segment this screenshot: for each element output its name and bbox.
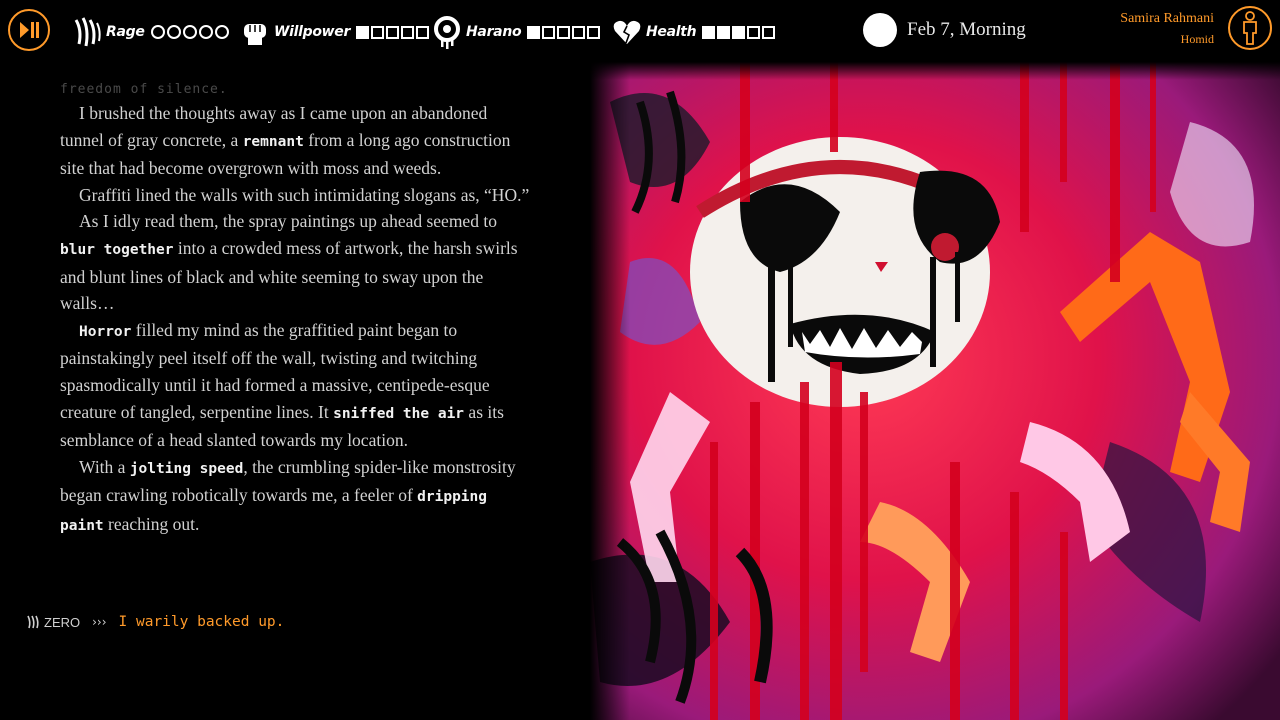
character-avatar-button[interactable] bbox=[1228, 6, 1272, 50]
date-time: Feb 7, Morning bbox=[907, 19, 1026, 40]
highlight-keyword: sniffed the air bbox=[333, 405, 465, 422]
story-paragraph: I brushed the thoughts away as I came up… bbox=[60, 103, 511, 179]
scene-illustration bbox=[590, 62, 1280, 720]
choice-arrow: ››› bbox=[92, 615, 107, 629]
rage-label: Rage bbox=[106, 24, 145, 40]
play-pause-icon bbox=[20, 22, 39, 38]
stat-box bbox=[587, 25, 601, 39]
harano-stat[interactable]: Harano bbox=[432, 13, 601, 51]
menu-button[interactable] bbox=[8, 9, 50, 51]
speaker-name: ZERO bbox=[44, 614, 81, 630]
stat-box bbox=[386, 25, 400, 39]
speaker-tag: ZERO bbox=[26, 615, 80, 630]
health-stat[interactable]: Health bbox=[612, 13, 776, 51]
stat-box bbox=[762, 25, 776, 39]
stat-box bbox=[542, 25, 556, 39]
person-silhouette-icon bbox=[1243, 11, 1257, 45]
story-paragraph: Horror filled my mind as the graffitied … bbox=[60, 319, 504, 451]
highlight-keyword: jolting speed bbox=[129, 460, 244, 477]
stat-box bbox=[747, 25, 761, 39]
health-boxes bbox=[702, 25, 776, 39]
rage-dots bbox=[150, 25, 229, 39]
stat-box bbox=[527, 25, 541, 39]
story-paragraph: With a jolting speed, the crumbling spid… bbox=[60, 456, 516, 534]
stat-box bbox=[557, 25, 571, 39]
stat-dot bbox=[182, 25, 197, 39]
hud-top-bar: Rage Willpower Harano Health Feb 7, Morn… bbox=[0, 0, 1280, 64]
fist-icon bbox=[240, 15, 270, 49]
stat-box bbox=[356, 25, 370, 39]
stat-dot bbox=[150, 25, 165, 39]
harano-label: Harano bbox=[466, 24, 522, 40]
story-text-panel: freedom of silence. I brushed the though… bbox=[60, 80, 530, 540]
willpower-boxes bbox=[356, 25, 430, 39]
stat-dot bbox=[166, 25, 181, 39]
highlight-keyword: Horror bbox=[79, 323, 132, 340]
stat-box bbox=[416, 25, 430, 39]
stat-dot bbox=[214, 25, 229, 39]
stat-box bbox=[572, 25, 586, 39]
dripping-skull-icon bbox=[432, 15, 462, 49]
rage-stat[interactable]: Rage bbox=[72, 13, 229, 51]
claw-marks-icon bbox=[72, 15, 102, 49]
highlight-keyword: remnant bbox=[242, 133, 304, 150]
faded-previous-line: freedom of silence. bbox=[60, 82, 228, 97]
health-label: Health bbox=[646, 24, 697, 40]
stat-dot bbox=[198, 25, 213, 39]
stat-box bbox=[732, 25, 746, 39]
story-paragraph: Graffiti lined the walls with such intim… bbox=[79, 184, 530, 205]
broken-heart-icon bbox=[612, 15, 642, 49]
stat-box bbox=[717, 25, 731, 39]
character-name: Samira Rahmani bbox=[1120, 11, 1214, 26]
highlight-keyword: blur together bbox=[60, 241, 174, 258]
willpower-stat[interactable]: Willpower bbox=[240, 13, 430, 51]
willpower-label: Willpower bbox=[274, 24, 351, 40]
dialogue-choice[interactable]: ZERO ››› I warily backed up. bbox=[26, 614, 284, 630]
stat-box bbox=[702, 25, 716, 39]
claw-marks-icon bbox=[27, 615, 39, 629]
full-moon-icon bbox=[863, 13, 897, 47]
choice-text[interactable]: I warily backed up. bbox=[119, 614, 285, 630]
harano-boxes bbox=[527, 25, 601, 39]
story-paragraph: As I idly read them, the spray paintings… bbox=[60, 211, 518, 314]
character-form: Homid bbox=[1180, 32, 1214, 46]
stat-box bbox=[371, 25, 385, 39]
stat-box bbox=[401, 25, 415, 39]
